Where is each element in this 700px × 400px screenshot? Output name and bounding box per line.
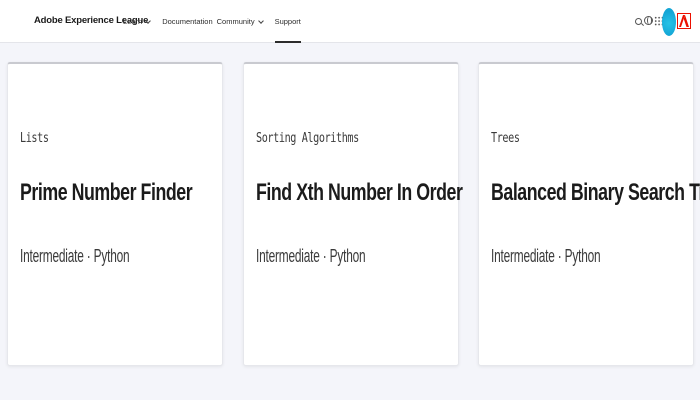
- nav-item-documentation[interactable]: Documentation: [162, 0, 212, 43]
- globe-icon[interactable]: [644, 16, 653, 25]
- card-meta: Intermediate · Python: [491, 246, 601, 266]
- card-category: Lists: [20, 131, 49, 146]
- card-title: Find Xth Number In Order: [256, 179, 463, 206]
- nav-item-label: Community: [216, 17, 255, 26]
- course-card[interactable]: Trees Balanced Binary Search Tree Interm…: [478, 62, 700, 366]
- main-nav: Learn Documentation Community Support: [123, 0, 305, 43]
- card-meta: Intermediate · Python: [20, 246, 130, 266]
- nav-item-label: Documentation: [162, 17, 213, 26]
- course-cards: Lists Prime Number Finder Intermediate ·…: [0, 43, 700, 400]
- nav-item-learn[interactable]: Learn: [123, 0, 152, 43]
- course-card[interactable]: Sorting Algorithms Find Xth Number In Or…: [243, 62, 463, 366]
- card-title: Prime Number Finder: [20, 179, 193, 206]
- chevron-down-icon: [257, 17, 264, 24]
- nav-item-support[interactable]: Support: [274, 0, 302, 43]
- course-card[interactable]: Lists Prime Number Finder Intermediate ·…: [7, 62, 223, 366]
- search-icon[interactable]: [635, 18, 642, 25]
- chevron-down-icon: [145, 17, 152, 24]
- nav-item-community[interactable]: Community: [216, 0, 264, 43]
- nav-item-label: Support: [274, 17, 301, 26]
- top-navigation-bar: Adobe Experience League Learn Documentat…: [0, 0, 700, 43]
- header-tools: [610, 8, 700, 36]
- card-meta: Intermediate · Python: [256, 246, 366, 266]
- adobe-logo-icon: [679, 15, 689, 27]
- nav-item-label: Learn: [123, 17, 143, 26]
- card-category: Trees: [491, 131, 520, 146]
- avatar[interactable]: [662, 8, 676, 36]
- card-category: Sorting Algorithms: [256, 131, 359, 146]
- adobe-logo[interactable]: [677, 13, 691, 29]
- card-title: Balanced Binary Search Tree: [491, 179, 700, 206]
